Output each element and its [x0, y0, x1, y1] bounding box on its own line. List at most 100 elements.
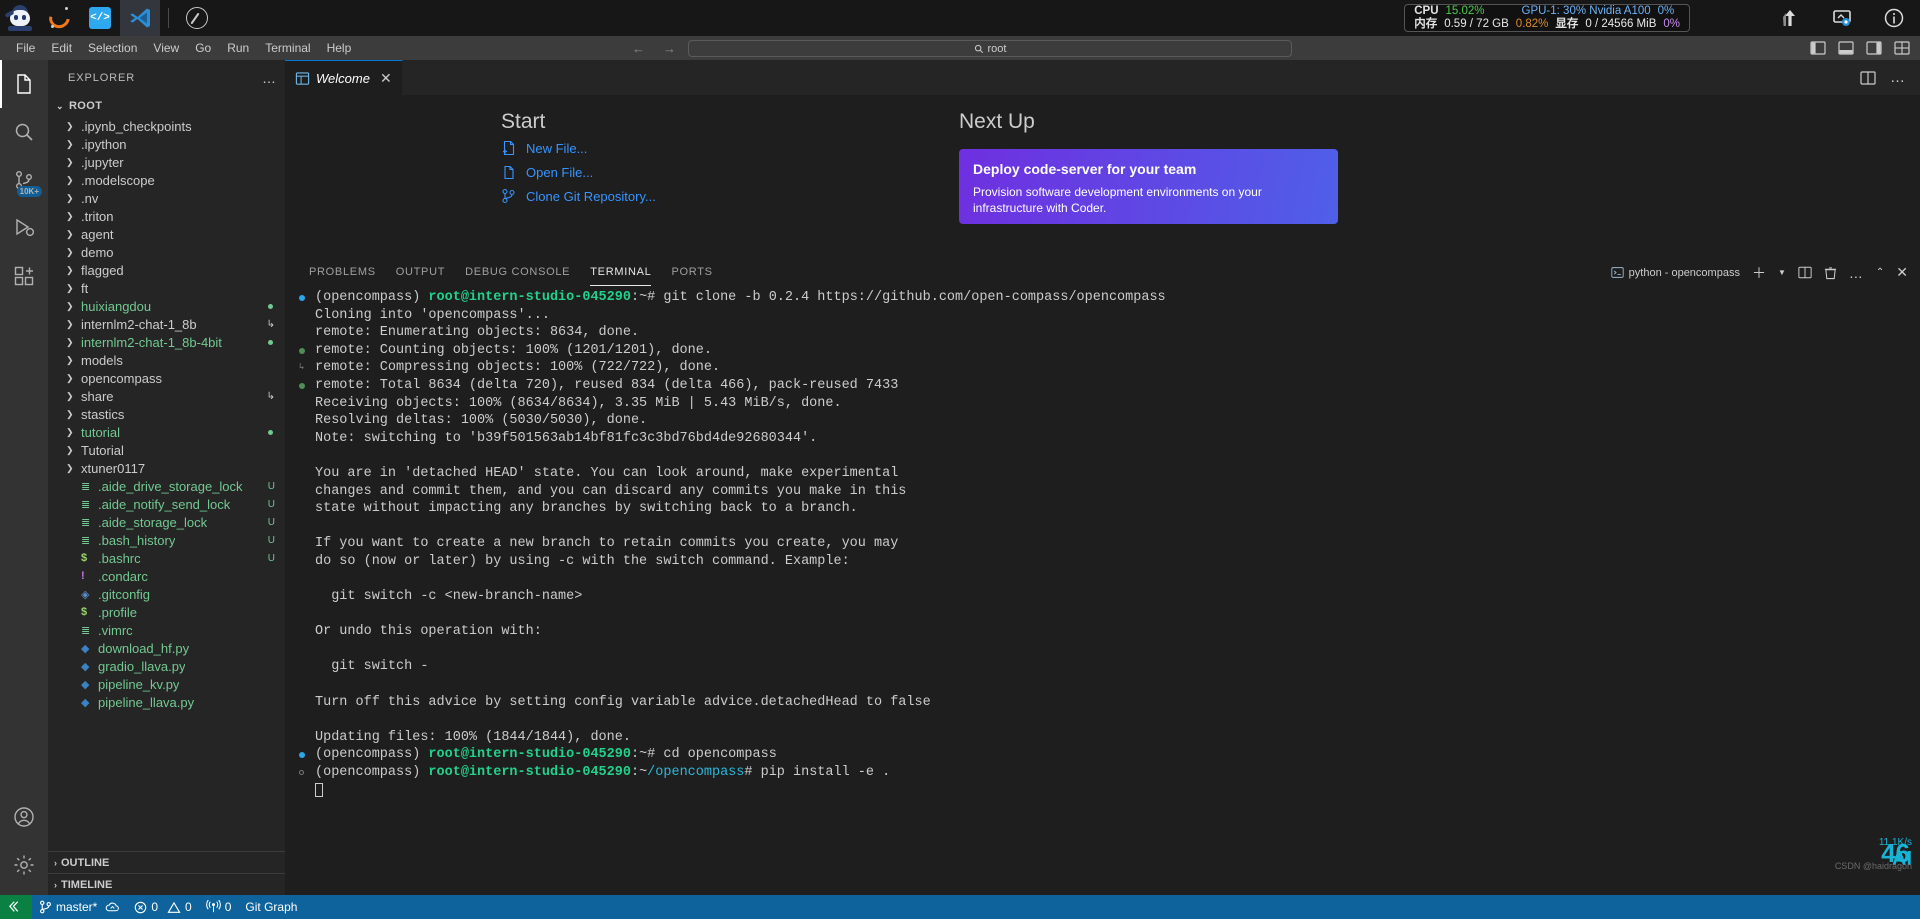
- taskbar-app-vscode[interactable]: [120, 0, 160, 36]
- activitybar-item-search[interactable]: [0, 108, 48, 156]
- file-tree-item[interactable]: ❯ flagged: [48, 261, 285, 279]
- file-tree-item[interactable]: ≣ .aide_notify_send_lock U: [48, 495, 285, 513]
- chevron-down-icon[interactable]: ▼: [1778, 268, 1786, 277]
- file-tree-item[interactable]: ❯ .ipython: [48, 135, 285, 153]
- file-tree-item[interactable]: ❯ share ↳: [48, 387, 285, 405]
- panel-tab-output[interactable]: OUTPUT: [386, 255, 455, 290]
- file-tree-item[interactable]: ◆ pipeline_kv.py: [48, 675, 285, 693]
- file-tree[interactable]: ❯ .ipynb_checkpoints ❯ .ipython ❯ .jupyter ❯ .m…: [48, 117, 285, 774]
- panel-tab-debug-console[interactable]: DEBUG CONSOLE: [455, 255, 580, 290]
- file-tree-item[interactable]: ◈ .gitconfig: [48, 585, 285, 603]
- explorer-root-folder[interactable]: ⌄ ROOT: [48, 95, 285, 117]
- status-git-graph[interactable]: Git Graph: [238, 895, 304, 919]
- activitybar-item-explorer[interactable]: [0, 60, 48, 108]
- tab-welcome[interactable]: Welcome ✕: [285, 60, 403, 95]
- menu-run[interactable]: Run: [219, 36, 257, 60]
- panel-tab-problems[interactable]: PROBLEMS: [299, 255, 386, 290]
- taskbar-app-compass[interactable]: [177, 0, 217, 36]
- file-status-badge: ↳: [266, 390, 275, 402]
- status-ports[interactable]: 0: [199, 895, 239, 919]
- activitybar-item-run-and-debug[interactable]: [0, 204, 48, 252]
- more-icon[interactable]: …: [1849, 265, 1864, 281]
- menu-help[interactable]: Help: [319, 36, 360, 60]
- new-terminal-icon[interactable]: ＋: [1752, 263, 1766, 283]
- screen-share-icon[interactable]: [1816, 0, 1868, 36]
- split-terminal-icon[interactable]: [1798, 266, 1812, 279]
- status-problems[interactable]: 0 0: [127, 895, 198, 919]
- panel-tab-terminal[interactable]: TERMINAL: [580, 255, 661, 290]
- menu-go[interactable]: Go: [187, 36, 219, 60]
- status-remote-indicator[interactable]: [0, 895, 32, 919]
- terminal-selector[interactable]: python - opencompass: [1611, 266, 1740, 279]
- activitybar-item-accounts[interactable]: [0, 793, 48, 841]
- close-icon[interactable]: ✕: [1896, 264, 1908, 281]
- file-tree-item[interactable]: ❯ .nv: [48, 189, 285, 207]
- file-tree-item[interactable]: ◆ download_hf.py: [48, 639, 285, 657]
- activitybar-item-settings[interactable]: [0, 841, 48, 889]
- close-icon[interactable]: ✕: [380, 70, 392, 87]
- file-tree-item[interactable]: ◆ gradio_llava.py: [48, 657, 285, 675]
- activitybar-item-extensions[interactable]: [0, 252, 48, 300]
- panel-tab-ports[interactable]: PORTS: [661, 255, 722, 290]
- file-tree-item[interactable]: ❯ opencompass: [48, 369, 285, 387]
- welcome-link-clone-repo[interactable]: Clone Git Repository...: [501, 188, 656, 204]
- menu-edit[interactable]: Edit: [43, 36, 80, 60]
- file-tree-item[interactable]: ❯ tutorial: [48, 423, 285, 441]
- toggle-primary-sidebar-icon[interactable]: [1810, 41, 1826, 55]
- file-tree-item[interactable]: ❯ internlm2-chat-1_8b-4bit: [48, 333, 285, 351]
- menu-file[interactable]: File: [8, 36, 43, 60]
- sidebar-more-actions-icon[interactable]: …: [262, 70, 277, 86]
- file-tree-item[interactable]: ❯ xtuner0117: [48, 459, 285, 477]
- back-arrow-icon[interactable]: ←: [632, 41, 645, 56]
- file-tree-item[interactable]: ≣ .vimrc: [48, 621, 285, 639]
- file-tree-item[interactable]: ❯ .modelscope: [48, 171, 285, 189]
- terminal-output[interactable]: (opencompass) root@intern-studio-045290:…: [285, 290, 1920, 895]
- file-tree-item[interactable]: ≣ .aide_storage_lock U: [48, 513, 285, 531]
- file-tree-item[interactable]: ≣ .aide_drive_storage_lock U: [48, 477, 285, 495]
- toggle-secondary-sidebar-icon[interactable]: [1866, 41, 1882, 55]
- file-tree-item[interactable]: ❯ .jupyter: [48, 153, 285, 171]
- file-tree-item[interactable]: ❯ .ipynb_checkpoints: [48, 117, 285, 135]
- file-tree-item[interactable]: $ .bashrc U: [48, 549, 285, 567]
- chevron-up-icon[interactable]: ⌃: [1876, 267, 1884, 278]
- menu-view[interactable]: View: [145, 36, 187, 60]
- taskbar-app-intern-monk[interactable]: [0, 0, 40, 36]
- menu-selection[interactable]: Selection: [80, 36, 145, 60]
- file-tree-item[interactable]: ❯ demo: [48, 243, 285, 261]
- file-tree-item[interactable]: ◆ pipeline_llava.py: [48, 693, 285, 711]
- welcome-link-new-file[interactable]: New File...: [501, 140, 587, 156]
- file-tree-item[interactable]: ❯ huixiangdou: [48, 297, 285, 315]
- activitybar-item-source-control[interactable]: 10K+: [0, 156, 48, 204]
- file-tree-item[interactable]: ❯ agent: [48, 225, 285, 243]
- file-tree-item[interactable]: ❯ internlm2-chat-1_8b ↳: [48, 315, 285, 333]
- menu-terminal[interactable]: Terminal: [257, 36, 318, 60]
- gear-icon: [14, 855, 34, 875]
- file-tree-item[interactable]: ❯ Tutorial: [48, 441, 285, 459]
- split-editor-icon[interactable]: [1860, 70, 1876, 85]
- terminal-line: If you want to create a new branch to re…: [315, 536, 899, 552]
- more-actions-icon[interactable]: …: [1890, 69, 1906, 86]
- kill-terminal-icon[interactable]: [1824, 266, 1837, 280]
- file-tree-item[interactable]: ❯ ft: [48, 279, 285, 297]
- status-branch[interactable]: master*: [32, 895, 127, 919]
- quick-search-input[interactable]: root: [688, 40, 1292, 57]
- file-tree-item[interactable]: ❯ .triton: [48, 207, 285, 225]
- toggle-panel-icon[interactable]: [1838, 41, 1854, 55]
- welcome-nextup-card[interactable]: Deploy code-server for your team Provisi…: [959, 149, 1338, 224]
- network-upload-icon[interactable]: [1764, 0, 1816, 36]
- activity-bar: 10K+: [0, 60, 48, 895]
- taskbar-app-crescent[interactable]: [40, 0, 80, 36]
- info-icon[interactable]: [1868, 0, 1920, 36]
- file-tree-item[interactable]: ! .condarc: [48, 567, 285, 585]
- file-tree-item[interactable]: ≣ .bash_history U: [48, 531, 285, 549]
- taskbar-app-code-brackets[interactable]: </>: [80, 0, 120, 36]
- file-tree-item[interactable]: $ .profile: [48, 603, 285, 621]
- welcome-link-open-file[interactable]: Open File...: [501, 164, 593, 180]
- taskbar-right-icons: [1764, 0, 1920, 36]
- file-tree-item[interactable]: ❯ models: [48, 351, 285, 369]
- customize-layout-icon[interactable]: [1894, 41, 1910, 55]
- sidebar-section-outline[interactable]: › OUTLINE: [48, 851, 285, 873]
- file-tree-item[interactable]: ❯ stastics: [48, 405, 285, 423]
- forward-arrow-icon[interactable]: →: [663, 41, 676, 56]
- sidebar-section-timeline[interactable]: › TIMELINE: [48, 873, 285, 895]
